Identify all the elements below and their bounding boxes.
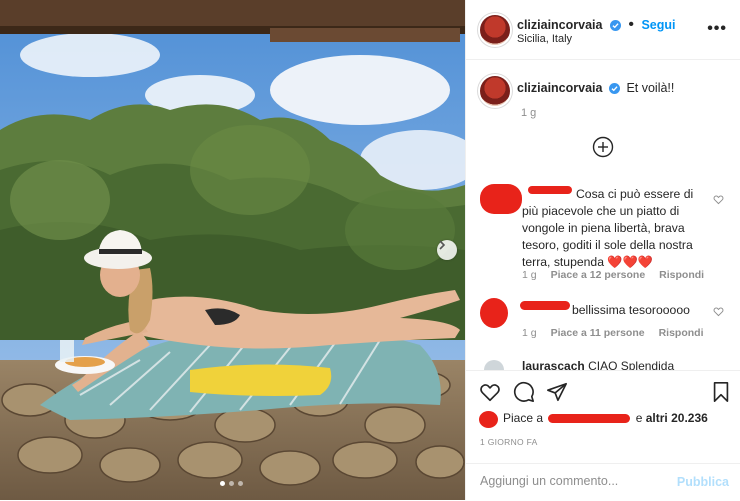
comment-time: 1 g — [522, 327, 537, 339]
reply-button[interactable]: Rispondi — [659, 269, 704, 281]
photo-illustration — [0, 0, 465, 500]
carousel-indicator — [220, 481, 243, 486]
redacted-username — [548, 414, 631, 424]
comment-likes[interactable]: Piace a 12 persone — [551, 269, 646, 281]
like-heart-icon[interactable] — [479, 381, 501, 403]
comment-bubble-icon[interactable] — [513, 381, 535, 403]
chevron-right-icon — [439, 240, 446, 250]
reply-button[interactable]: Rispondi — [659, 327, 704, 339]
publish-button[interactable]: Pubblica — [677, 475, 729, 489]
redacted-avatar — [480, 298, 508, 328]
next-photo-button[interactable] — [437, 240, 457, 260]
comment-meta: 1 g Piace a 12 persone Rispondi — [522, 269, 718, 281]
comment-item: Cosa ci può essere di più piacevole che … — [476, 184, 726, 296]
comment-likes[interactable]: Piace a 11 persone — [551, 327, 645, 339]
post-actions: Piace a e altri 20.236 1 GIORNO FA Pubbl… — [466, 370, 740, 500]
bookmark-save-icon[interactable] — [711, 381, 731, 403]
caption-time: 1 g — [521, 107, 537, 119]
heart-icon[interactable] — [713, 306, 724, 317]
more-options-icon[interactable]: ••• — [707, 20, 727, 38]
post-panel: cliziaincorvaia • Segui Sicilia, Italy •… — [465, 0, 740, 500]
carousel-dot — [238, 481, 243, 486]
post-photo[interactable] — [0, 0, 465, 500]
post-header: cliziaincorvaia • Segui Sicilia, Italy •… — [466, 0, 740, 60]
post-location[interactable]: Sicilia, Italy — [517, 33, 572, 45]
comment-time: 1 g — [522, 269, 537, 281]
comment-text: Cosa ci può essere di più piacevole che … — [522, 187, 694, 269]
redacted-avatar — [480, 184, 522, 214]
add-comment-row: Pubblica — [466, 463, 740, 501]
caption-text: Et voilà!! — [626, 81, 675, 95]
share-send-icon[interactable] — [546, 381, 568, 403]
carousel-dot — [229, 481, 234, 486]
comment-text: bellissima tesorooooo — [572, 303, 690, 317]
follow-button[interactable]: Segui — [641, 18, 675, 32]
post-username[interactable]: cliziaincorvaia — [517, 18, 602, 32]
avatar[interactable] — [480, 15, 510, 45]
comment-item: bellissima tesorooooo 1 g Piace a 11 pers… — [476, 298, 726, 348]
avatar[interactable] — [480, 76, 510, 106]
caption-username[interactable]: cliziaincorvaia — [517, 81, 602, 95]
redacted-avatar — [479, 411, 498, 428]
heart-icon[interactable] — [713, 194, 724, 205]
separator-dot: • — [628, 16, 634, 33]
post-date: 1 GIORNO FA — [480, 437, 538, 447]
verified-badge-icon — [608, 83, 620, 94]
comment-meta: 1 g Piace a 11 persone Rispondi — [522, 327, 718, 339]
load-more-comments-icon[interactable] — [592, 136, 614, 158]
likes-summary[interactable]: Piace a e altri 20.236 — [503, 411, 708, 425]
verified-badge-icon — [609, 20, 621, 31]
add-comment-input[interactable] — [480, 474, 670, 488]
carousel-dot — [220, 481, 225, 486]
